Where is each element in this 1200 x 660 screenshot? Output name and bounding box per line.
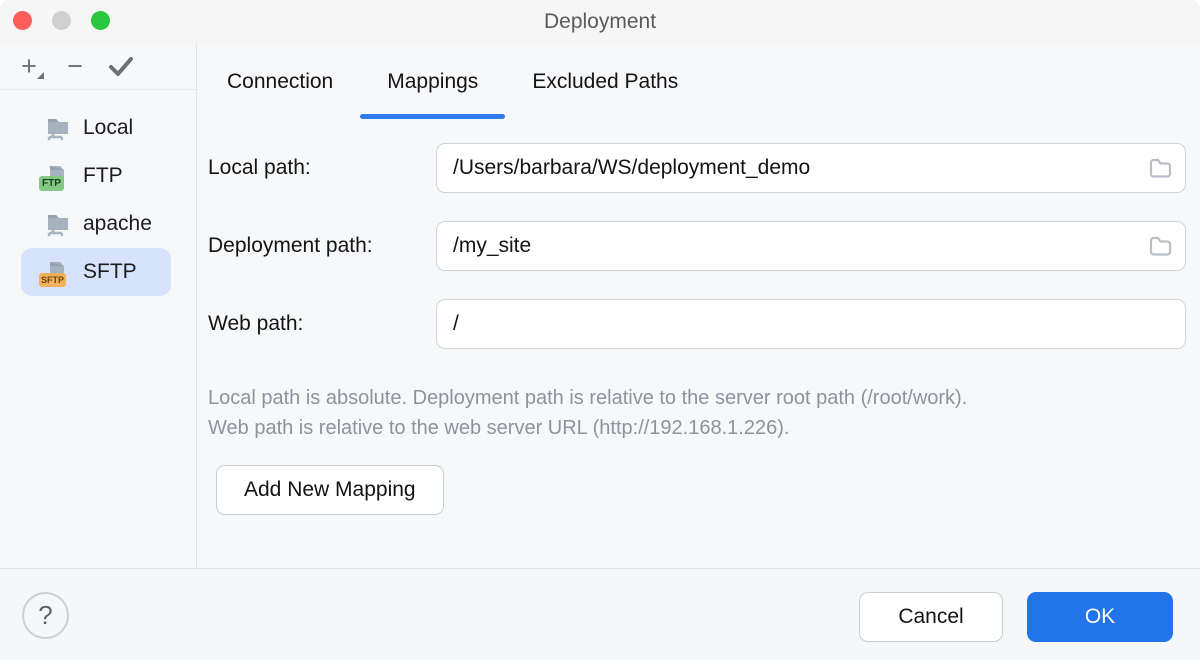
deployment-path-label: Deployment path: [208,234,436,258]
titlebar: Deployment [0,0,1200,43]
web-path-row: Web path: [208,299,1186,349]
server-item-label: apache [83,212,152,236]
server-item-ftp[interactable]: FTP FTP [21,152,171,200]
deployment-dialog: Deployment + − [0,0,1200,660]
cancel-button[interactable]: Cancel [859,592,1003,642]
dialog-footer: ? Cancel OK [0,568,1200,660]
browse-folder-icon[interactable] [1148,156,1173,180]
footer-actions: Cancel OK [859,592,1173,642]
close-window-button[interactable] [13,11,32,30]
traffic-lights [13,11,110,30]
remote-host-folder-icon [42,209,72,239]
deployment-path-row: Deployment path: [208,221,1186,271]
server-item-label: Local [83,116,133,140]
tab-bar: Connection Mappings Excluded Paths [198,43,1200,121]
add-new-mapping-button[interactable]: Add New Mapping [216,465,444,515]
paths-hint-text: Local path is absolute. Deployment path … [208,383,1186,443]
minimize-window-button[interactable] [52,11,71,30]
sidebar-toolbar: + − [0,43,196,90]
server-item-local[interactable]: Local [21,104,171,152]
deployment-path-input[interactable] [436,221,1186,271]
server-item-sftp[interactable]: SFTP SFTP [21,248,171,296]
server-item-apache[interactable]: apache [21,200,171,248]
hint-line-1: Local path is absolute. Deployment path … [208,383,1186,413]
zoom-window-button[interactable] [91,11,110,30]
hint-line-2: Web path is relative to the web server U… [208,413,1186,443]
tab-connection[interactable]: Connection [200,43,360,121]
remote-host-folder-icon [42,113,72,143]
sftp-badge: SFTP [39,273,66,287]
server-item-label: SFTP [83,260,137,284]
server-item-label: FTP [83,164,123,188]
server-list-sidebar: + − Local [0,43,197,568]
sftp-server-icon: SFTP [42,257,72,287]
ftp-server-icon: FTP [42,161,72,191]
mappings-form: Local path: Deployment path: [198,143,1200,515]
plus-icon: + [21,51,37,82]
main-panel: Connection Mappings Excluded Paths Local… [198,43,1200,568]
web-path-input[interactable] [436,299,1186,349]
ok-button[interactable]: OK [1027,592,1173,642]
remove-server-button[interactable]: − [56,50,94,82]
server-list: Local FTP FTP [0,90,196,296]
window-title: Deployment [0,0,1200,43]
local-path-row: Local path: [208,143,1186,193]
browse-folder-icon[interactable] [1148,234,1173,258]
add-server-button[interactable]: + [10,50,48,82]
local-path-input[interactable] [436,143,1186,193]
local-path-label: Local path: [208,156,436,180]
dropdown-arrow-icon [37,72,44,79]
check-icon [108,55,134,77]
help-button[interactable]: ? [22,592,69,639]
ftp-badge: FTP [39,176,64,191]
tab-excluded-paths[interactable]: Excluded Paths [505,43,705,121]
use-as-default-button[interactable] [102,50,140,82]
question-mark-icon: ? [38,600,52,631]
minus-icon: − [67,51,83,82]
tab-mappings[interactable]: Mappings [360,43,505,121]
web-path-label: Web path: [208,312,436,336]
